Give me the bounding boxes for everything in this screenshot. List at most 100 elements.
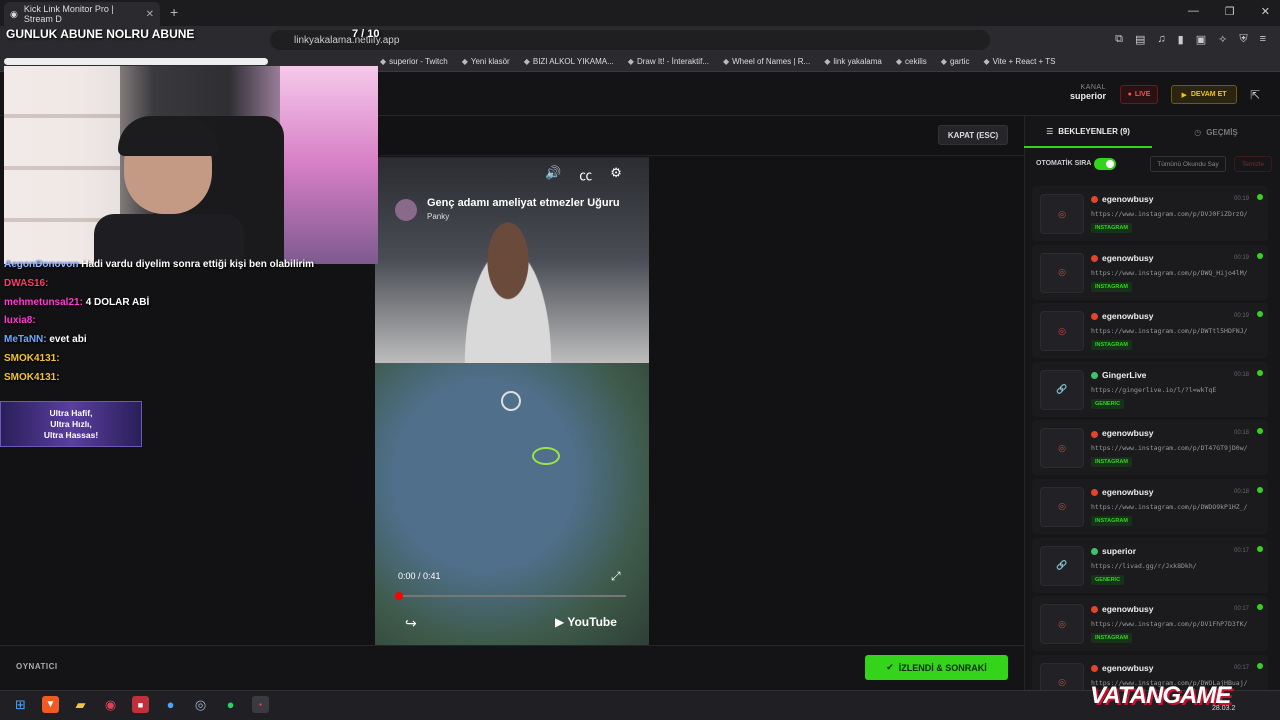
resume-label: DEVAM ET — [1190, 91, 1227, 98]
bookmark-item[interactable]: ◆ Draw It! - İnteraktif... — [628, 57, 709, 66]
steam-icon[interactable]: ◎ — [192, 696, 209, 713]
bookmark-label: superior - Twitch — [389, 57, 448, 66]
bookmark-item[interactable]: ◆ cekilis — [896, 57, 927, 66]
app-dark-icon[interactable]: ▪ — [252, 696, 269, 713]
fullscreen-icon[interactable]: ⤢ — [611, 569, 621, 584]
tab-close-icon[interactable]: ✕ — [146, 9, 154, 20]
chat-text: evet abi — [49, 334, 87, 346]
tab-waiting[interactable]: ☰ BEKLEYENLER (9) — [1024, 116, 1152, 148]
close-player-button[interactable]: KAPAT (ESC) — [938, 125, 1008, 145]
queue-time: 00:18 — [1234, 430, 1250, 437]
auto-queue-toggle[interactable] — [1094, 158, 1116, 170]
bookmark-item[interactable]: ◆ link yakalama — [824, 57, 882, 66]
brave-icon[interactable]: ▼ — [42, 696, 59, 713]
bookmark-item[interactable]: ◆ BIZI ALKOL YIKAMA... — [524, 57, 614, 66]
queue-item[interactable]: ◎ egenowbusy 00:19 https://www.instagram.co… — [1032, 303, 1268, 359]
bookmark-icon: ◆ — [895, 57, 902, 66]
wallet-icon[interactable]: ▣ — [1196, 33, 1206, 46]
clear-button[interactable]: Temizle — [1234, 156, 1272, 172]
minimize-icon[interactable]: — — [1188, 5, 1199, 18]
settings-icon[interactable]: ⚙ — [610, 165, 622, 184]
queue-user-label: egenowbusy — [1102, 428, 1154, 439]
volume-icon[interactable]: 🔊 — [545, 165, 561, 184]
queue-url[interactable]: https://livad.gg/r/Jxk8Dkh/ — [1091, 562, 1197, 570]
live-label: LIVE — [1134, 91, 1151, 98]
video-player[interactable]: Genç adamı ameliyat etmezler Uğuru Panky… — [375, 157, 649, 645]
maximize-icon[interactable]: ❐ — [1225, 5, 1235, 18]
queue-time: 00:19 — [1234, 196, 1250, 202]
youtube-logo[interactable]: ▶ YouTube — [555, 615, 617, 629]
live-button[interactable]: ● LIVE — [1120, 85, 1158, 104]
reader-icon[interactable]: ▤ — [1135, 33, 1145, 46]
queue-item[interactable]: ◎ egenowbusy 00:17 https://www.instagram.co… — [1032, 596, 1268, 652]
queue-item[interactable]: 🔗 GingerLive 00:18 https://gingerlive.io/l/… — [1032, 361, 1268, 417]
queue-item[interactable]: ◎ egenowbusy 00:19 https://www.instagram.co… — [1032, 244, 1268, 300]
video-title[interactable]: Genç adamı ameliyat etmezler Uğuru — [427, 197, 620, 209]
queue-item[interactable]: 🔗 superior 00:17 https://livad.gg/r/Jxk8Dkh… — [1032, 537, 1268, 593]
media-icon[interactable]: ♫ — [1157, 33, 1165, 46]
chat-username[interactable]: mehmetunsal21: — [4, 297, 83, 308]
bookmark-item[interactable]: ◆ Vite + React + TS — [984, 57, 1056, 66]
chat-message: DWAS16: — [4, 275, 364, 294]
app-blue-icon[interactable]: ● — [162, 696, 179, 713]
bookmark-icon: ◆ — [380, 57, 387, 66]
leo-icon[interactable]: ✧ — [1218, 33, 1227, 46]
start-icon[interactable]: ⊞ — [12, 696, 29, 713]
mark-all-read-button[interactable]: Tümünü Okundu Say — [1150, 156, 1226, 172]
queue-item[interactable]: ◎ egenowbusy 00:19 https://www.instagram.co… — [1032, 186, 1268, 241]
queue-time: 00:17 — [1234, 606, 1250, 613]
queue-user-label: egenowbusy — [1102, 486, 1154, 497]
resume-button[interactable]: ▶ DEVAM ET — [1171, 85, 1237, 104]
chat-username[interactable]: MeTaNN: — [4, 334, 47, 345]
video-time: 0:00 / 0:41 — [398, 571, 441, 581]
menu-icon[interactable]: ≡ — [1260, 33, 1266, 46]
queue-item[interactable]: ◎ egenowbusy 00:18 https://www.instagram.co… — [1032, 420, 1268, 476]
chat-username[interactable]: SMOK4131: — [4, 372, 60, 383]
channel-value: superior — [1069, 91, 1106, 101]
vpn-icon[interactable]: ⛨ — [1239, 33, 1247, 46]
queue-time: 00:17 — [1234, 547, 1250, 554]
channel-display: KANAL superior — [1060, 84, 1106, 101]
chat-message: luxia8: — [4, 312, 364, 331]
queue-item[interactable]: ◎ egenowbusy 00:18 https://www.instagram.co… — [1032, 478, 1268, 534]
chat-username[interactable]: AegonDonovon — [4, 259, 78, 270]
watched-next-button[interactable]: ✔ İZLENDİ & SONRAKİ — [865, 655, 1008, 680]
tab-history[interactable]: ◷ GEÇMİŞ — [1152, 116, 1280, 148]
new-tab-icon[interactable]: + — [170, 4, 178, 20]
chat-username[interactable]: DWAS16: — [4, 278, 48, 289]
captions-icon[interactable]: ㏄ — [579, 165, 592, 184]
video-channel[interactable]: Panky — [427, 212, 449, 221]
bookmark-item[interactable]: ◆ superior - Twitch — [380, 57, 448, 66]
chat-username[interactable]: SMOK4131: — [4, 353, 60, 364]
queue-tag: GENERIC — [1091, 398, 1125, 409]
close-window-icon[interactable]: ✕ — [1261, 5, 1270, 18]
tab-waiting-label: BEKLEYENLER (9) — [1058, 126, 1130, 136]
progress-handle[interactable] — [395, 592, 403, 600]
share-icon[interactable]: ↪ — [405, 615, 417, 632]
bookmark-item[interactable]: ◆ Yeni klasör — [462, 57, 510, 66]
browser-tab[interactable]: ◉ Kick Link Monitor Pro | Stream D ✕ — [4, 2, 160, 26]
queue-url[interactable]: https://gingerlive.io/l/?l=wkTqE — [1091, 386, 1216, 394]
queue-user: egenowbusy — [1091, 604, 1153, 614]
extensions-icon[interactable]: ⧉ — [1115, 33, 1123, 46]
sidebar-icon[interactable]: ▮ — [1178, 33, 1184, 46]
video-channel-avatar[interactable] — [395, 199, 417, 221]
map-pin-icon[interactable]: ◉ — [102, 696, 119, 713]
queue-url[interactable]: https://www.instagram.com/p/DVJ0FiZDrzO/ — [1091, 210, 1248, 218]
folder-icon[interactable]: ▰ — [72, 696, 89, 713]
queue-url[interactable]: https://www.instagram.com/p/DWQ_Hijo4lM/ — [1091, 269, 1248, 277]
queue-url[interactable]: https://www.instagram.com/p/DT47GT9jD0w/ — [1091, 444, 1248, 452]
app-red-icon[interactable]: ■ — [132, 696, 149, 713]
queue-user-label: egenowbusy — [1102, 194, 1154, 204]
live-dot-icon: ● — [1127, 91, 1132, 98]
queue-url[interactable]: https://www.instagram.com/p/DV1FhP7D3fK/ — [1091, 620, 1248, 628]
video-progress-bar[interactable] — [395, 592, 626, 600]
queue-user: egenowbusy — [1091, 487, 1153, 497]
queue-url[interactable]: https://www.instagram.com/p/DWDO9kP1HZ_/ — [1091, 503, 1248, 511]
queue-url[interactable]: https://www.instagram.com/p/DWTtl5HDFNJ/ — [1091, 327, 1248, 335]
chat-username[interactable]: luxia8: — [4, 315, 36, 326]
external-link-icon[interactable]: ⇱ — [1250, 88, 1260, 102]
spotify-icon[interactable]: ● — [222, 696, 239, 713]
bookmark-item[interactable]: ◆ Wheel of Names | R... — [723, 57, 810, 66]
bookmark-item[interactable]: ◆ gartic — [941, 57, 970, 66]
